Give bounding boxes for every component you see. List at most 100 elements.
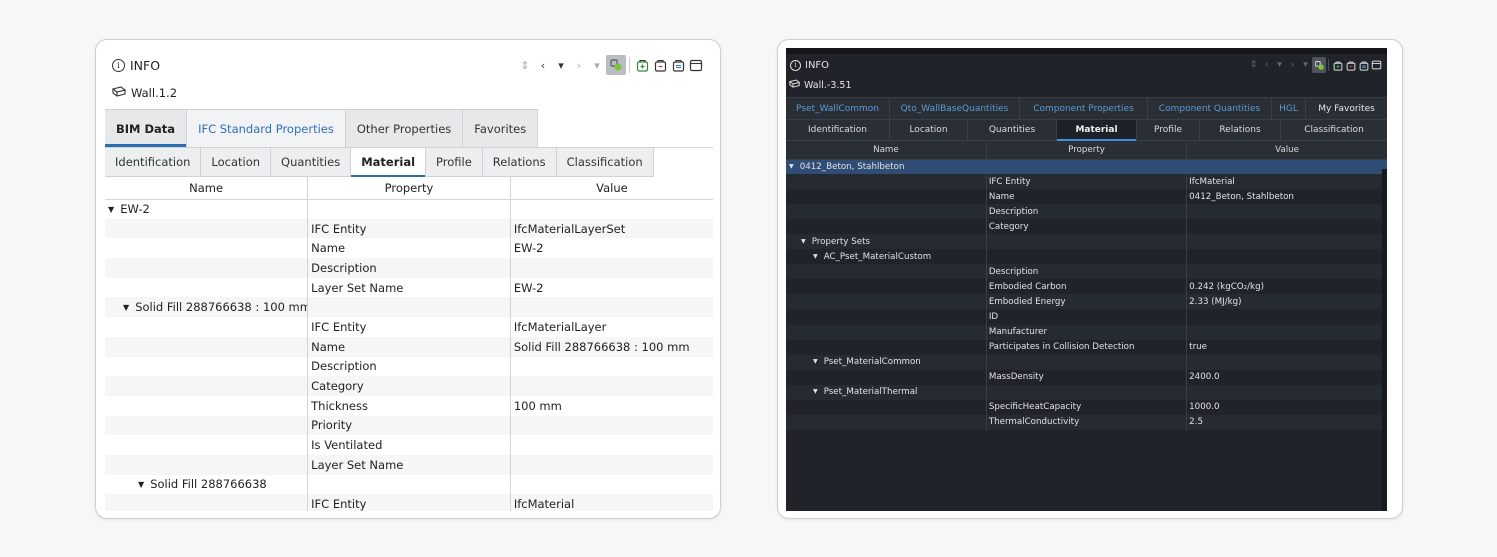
add-favorite-icon[interactable] [1331, 57, 1344, 73]
tab-location[interactable]: Location [890, 120, 968, 140]
tab-other-properties[interactable]: Other Properties [345, 109, 464, 147]
table-row[interactable]: SpecificHeatCapacity 1000.0 [786, 399, 1387, 415]
tree-group-row[interactable]: ▼ Property Sets [786, 234, 1387, 250]
column-header-property[interactable]: Property [307, 177, 511, 200]
table-row[interactable]: Layer Set Name [105, 454, 713, 475]
column-header-value[interactable]: Value [510, 177, 713, 200]
tab-material[interactable]: Material [1057, 120, 1137, 141]
table-row[interactable]: Description [786, 204, 1387, 220]
column-header-property[interactable]: Property [986, 141, 1188, 160]
back-icon[interactable]: ‹ [1260, 57, 1273, 73]
back-dropdown-icon[interactable]: ▾ [552, 55, 570, 75]
table-row[interactable]: MassDensity 2400.0 [786, 369, 1387, 385]
sort-updown-icon[interactable]: ⇕ [1247, 57, 1260, 73]
expand-toggle-icon[interactable]: ▼ [789, 163, 794, 170]
tree-group-row[interactable]: ▼ AC_Pset_MaterialCustom [786, 249, 1387, 265]
tree-group-row[interactable]: ▼ EW-2 [105, 199, 713, 219]
table-row[interactable]: IFC Entity IfcMaterial [105, 494, 713, 511]
table-row[interactable]: Layer Set Name EW-2 [105, 277, 713, 298]
tab-location[interactable]: Location [201, 148, 272, 177]
table-row[interactable]: Name EW-2 [105, 238, 713, 259]
table-row[interactable]: Category [786, 219, 1387, 235]
back-icon[interactable]: ‹ [534, 55, 552, 75]
table-row[interactable]: Is Ventilated [105, 435, 713, 455]
remove-favorite-icon[interactable] [1344, 57, 1357, 73]
table-row[interactable]: Description [105, 356, 713, 377]
expand-toggle-icon[interactable]: ▼ [813, 253, 818, 260]
window-icon[interactable] [687, 55, 705, 75]
filter-elements-icon[interactable] [606, 55, 626, 75]
expand-toggle-icon[interactable]: ▼ [123, 303, 129, 312]
add-favorite-icon[interactable] [633, 55, 651, 75]
table-row[interactable]: ThermalConductivity 2.5 [786, 414, 1387, 430]
tab-ifc-standard-properties[interactable]: IFC Standard Properties [187, 109, 346, 147]
tab-hgl[interactable]: HGL [1272, 98, 1306, 119]
table-row[interactable]: Description [105, 258, 713, 278]
expand-toggle-icon[interactable]: ▼ [801, 238, 806, 245]
back-dropdown-icon[interactable]: ▾ [1273, 57, 1286, 73]
forward-icon[interactable]: › [570, 55, 588, 75]
tab-relations[interactable]: Relations [482, 148, 557, 177]
tab-my-favorites[interactable]: My Favorites [1306, 98, 1387, 119]
tab-bim-data[interactable]: BIM Data [105, 109, 188, 147]
tree-group-row[interactable]: ▼ Solid Fill 288766638 [105, 474, 713, 495]
tab-profile[interactable]: Profile [426, 148, 483, 177]
tab-classification[interactable]: Classification [556, 148, 654, 177]
tab-identification[interactable]: Identification [105, 148, 202, 177]
tab-qto-wallbasequantities[interactable]: Qto_WallBaseQuantities [890, 98, 1020, 119]
remove-favorite-icon[interactable] [651, 55, 669, 75]
tree-group-row[interactable]: ▼ 0412_Beton, Stahlbeton [786, 159, 1387, 175]
tab-identification[interactable]: Identification [786, 120, 890, 140]
info-icon: i [790, 60, 801, 71]
forward-dropdown-icon[interactable]: ▾ [1299, 57, 1312, 73]
favorite-list-icon[interactable] [1357, 57, 1370, 73]
expand-toggle-icon[interactable]: ▼ [138, 480, 144, 489]
tab-quantities[interactable]: Quantities [968, 120, 1057, 140]
table-row[interactable]: Participates in Collision Detection true [786, 339, 1387, 355]
cell-name: ▼ Pset_MaterialThermal [786, 384, 987, 400]
table-row[interactable]: IFC Entity IfcMaterialLayer [105, 317, 713, 337]
vertical-scrollbar[interactable] [1382, 169, 1387, 511]
column-header-name[interactable]: Name [105, 177, 309, 200]
column-header-name[interactable]: Name [786, 141, 987, 160]
table-row[interactable]: Embodied Carbon 0.242 (kgCO₂/kg) [786, 279, 1387, 295]
forward-icon[interactable]: › [1286, 57, 1299, 73]
cell-name [786, 414, 987, 430]
table-row[interactable]: IFC Entity IfcMaterial [786, 174, 1387, 190]
favorite-list-icon[interactable] [669, 55, 687, 75]
filter-elements-icon[interactable] [1312, 57, 1326, 73]
sort-updown-icon[interactable]: ⇕ [516, 55, 534, 75]
table-row[interactable]: Manufacturer [786, 324, 1387, 340]
window-icon[interactable] [1370, 57, 1383, 73]
tab-component-quantities[interactable]: Component Quantities [1148, 98, 1272, 119]
table-row[interactable]: Name Solid Fill 288766638 : 100 mm [105, 336, 713, 357]
cell-property: IFC Entity [307, 494, 511, 511]
table-row[interactable]: IFC Entity IfcMaterialLayerSet [105, 218, 713, 239]
group-label: 0412_Beton, Stahlbeton [799, 161, 905, 172]
tab-pset-wallcommon[interactable]: Pset_WallCommon [786, 98, 890, 119]
expand-toggle-icon[interactable]: ▼ [813, 388, 818, 395]
column-header-value[interactable]: Value [1186, 141, 1387, 160]
table-row[interactable]: Priority [105, 415, 713, 436]
table-row[interactable]: Category [105, 376, 713, 396]
tab-profile[interactable]: Profile [1137, 120, 1200, 140]
tab-component-properties[interactable]: Component Properties [1020, 98, 1148, 119]
table-row[interactable]: Name 0412_Beton, Stahlbeton [786, 189, 1387, 205]
tab-material[interactable]: Material [351, 148, 427, 177]
expand-toggle-icon[interactable]: ▼ [813, 358, 818, 365]
tree-group-row[interactable]: ▼ Pset_MaterialThermal [786, 384, 1387, 400]
tab-favorites[interactable]: Favorites [463, 109, 539, 147]
table-row[interactable]: Description [786, 264, 1387, 280]
tree-group-row[interactable]: ▼ Pset_MaterialCommon [786, 354, 1387, 370]
tab-classification[interactable]: Classification [1281, 120, 1387, 140]
tab-quantities[interactable]: Quantities [271, 148, 352, 177]
table-row[interactable]: Embodied Energy 2.33 (MJ/kg) [786, 294, 1387, 310]
forward-dropdown-icon[interactable]: ▾ [588, 55, 606, 75]
table-row[interactable]: ID [786, 309, 1387, 325]
expand-toggle-icon[interactable]: ▼ [108, 205, 114, 214]
cell-name [786, 369, 987, 385]
table-row[interactable]: Thickness 100 mm [105, 395, 713, 416]
cell-property: Category [986, 219, 1188, 235]
tab-relations[interactable]: Relations [1200, 120, 1281, 140]
tree-group-row[interactable]: ▼ Solid Fill 288766638 : 100 mm [105, 297, 713, 318]
